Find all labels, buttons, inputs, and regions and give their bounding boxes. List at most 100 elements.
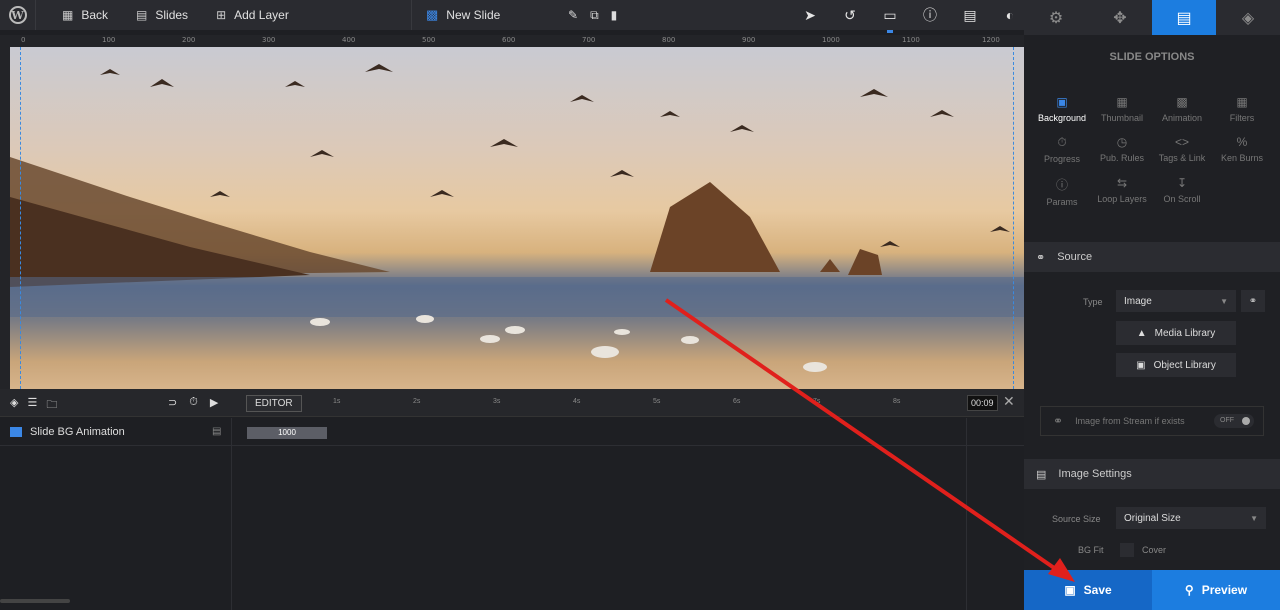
option-label: On Scroll (1163, 194, 1201, 204)
save-icon: ▣ (1064, 583, 1076, 597)
image-icon[interactable]: ▤ (212, 426, 221, 437)
magnet-icon[interactable]: ⊃ (168, 396, 177, 409)
grid-icon: ▦ (1236, 95, 1248, 109)
current-time[interactable]: 00:09 (967, 395, 998, 411)
object-library-label: Object Library (1153, 359, 1216, 371)
chevron-down-icon: ▼ (1250, 513, 1258, 523)
ruler-tick: 300 (262, 36, 276, 44)
timeline-row[interactable]: Slide BG Animation ▤ 1000 (0, 418, 1024, 446)
source-size-select[interactable]: Original Size ▼ (1116, 507, 1266, 529)
folder-icon[interactable]: 🗀 (46, 396, 57, 415)
time-tick: 5s (653, 398, 661, 405)
object-library-button[interactable]: ▣ Object Library (1116, 353, 1236, 377)
trash-icon[interactable]: ▮ (611, 8, 618, 22)
slide-options-tab-icon[interactable]: ▤ (1152, 0, 1216, 35)
slide-edit-icons: ✎ ⧉ ▮ (568, 0, 617, 30)
bg-fit-cover-radio[interactable] (1120, 543, 1134, 557)
option-label: Loop Layers (1097, 194, 1147, 204)
option-thumbnail[interactable]: ▦ Thumbnail (1092, 95, 1152, 123)
timeline-controls: ⊃ ⏱ ▶ (168, 396, 218, 409)
ruler-tick: 1000 (822, 36, 840, 44)
gear-icon[interactable]: ⚙ (1024, 0, 1088, 35)
list-icon[interactable]: ☰ (27, 396, 37, 415)
layers-icon[interactable]: ◈ (1216, 0, 1280, 35)
preview-button[interactable]: ⚲ Preview (1152, 570, 1280, 610)
option-loop-layers[interactable]: ⇆ Loop Layers (1092, 176, 1152, 207)
type-value: Image (1124, 295, 1152, 307)
option-tags-link[interactable]: <> Tags & Link (1152, 135, 1212, 164)
source-section-title: Source (1057, 251, 1093, 263)
top-toolbar: W ▦ Back ▤ Slides ⊞ Add Layer ▩ New Slid… (0, 0, 1024, 33)
ruler-tick: 400 (342, 36, 356, 44)
option-progress[interactable]: ⏱ Progress (1032, 135, 1092, 164)
ruler-tick: 900 (742, 36, 756, 44)
timeline-left-icons: ◈ ☰ 🗀 (10, 396, 57, 415)
duration-bar[interactable]: 1000 (247, 427, 327, 439)
option-on-scroll[interactable]: ↧ On Scroll (1152, 176, 1212, 207)
ruler-tick: 100 (102, 36, 116, 44)
bg-fit-label: BG Fit (1078, 545, 1104, 555)
add-layer-button[interactable]: ⊞ Add Layer (216, 0, 289, 30)
option-params[interactable]: ⓘ Params (1032, 176, 1092, 207)
source-section-header[interactable]: ⚭ Source (1024, 242, 1280, 272)
save-button[interactable]: ▣ Save (1024, 570, 1152, 610)
code-icon: <> (1174, 135, 1189, 149)
option-animation[interactable]: ▩ Animation (1152, 95, 1212, 123)
play-icon[interactable]: ▶ (210, 396, 218, 409)
image-settings-title: Image Settings (1058, 468, 1132, 480)
media-library-label: Media Library (1154, 327, 1216, 339)
new-slide-button[interactable]: ▩ New Slide (426, 0, 500, 30)
slide-canvas[interactable] (10, 47, 1024, 389)
editor-label[interactable]: EDITOR (246, 395, 302, 412)
image-settings-icon: ▤ (1036, 468, 1047, 481)
ruler-tick: 0 (21, 36, 26, 44)
option-filters[interactable]: ▦ Filters (1212, 95, 1272, 123)
stopwatch-icon[interactable]: ⏱ (189, 396, 198, 409)
duplicate-icon[interactable]: ⧉ (590, 8, 599, 23)
option-label: Pub. Rules (1099, 153, 1145, 163)
search-icon: ⚲ (1184, 583, 1194, 597)
ruler-tick: 500 (422, 36, 436, 44)
media-library-button[interactable]: ▲ Media Library (1116, 321, 1236, 345)
stream-toggle[interactable]: OFF (1214, 414, 1254, 428)
horizontal-scrollbar[interactable] (0, 599, 70, 603)
option-label: Params (1046, 197, 1078, 207)
option-label: Background (1037, 113, 1087, 123)
time-tick: 2s (413, 398, 421, 405)
time-tick: 8s (893, 398, 901, 405)
cursor-icon[interactable]: ➤ (790, 7, 830, 24)
back-button[interactable]: ▦ Back (62, 0, 108, 30)
close-icon[interactable]: ✕ (1003, 393, 1015, 410)
pencil-icon[interactable]: ✎ (568, 8, 578, 22)
undo-icon[interactable]: ↺ (830, 7, 870, 24)
right-guide-line (1013, 47, 1014, 389)
beach-background-image (10, 64, 1024, 372)
option-background[interactable]: ▣ Background (1032, 95, 1092, 123)
option-label: Ken Burns (1220, 153, 1264, 163)
help-icon[interactable]: ⓘ (910, 5, 950, 25)
slide-icon: ▩ (426, 7, 439, 22)
option-label: Progress (1043, 154, 1080, 164)
new-slide-label: New Slide (446, 8, 501, 22)
layers-icon[interactable]: ◈ (10, 396, 18, 415)
option-pub-rules[interactable]: ◷ Pub. Rules (1092, 135, 1152, 164)
add-layer-label: Add Layer (234, 8, 289, 22)
ruler-tick: 200 (182, 36, 196, 44)
time-tick: 3s (493, 398, 501, 405)
preview-label: Preview (1201, 583, 1248, 597)
type-select[interactable]: Image ▼ (1116, 290, 1236, 312)
ruler-tick: 700 (582, 36, 596, 44)
option-ken-burns[interactable]: % Ken Burns (1212, 135, 1272, 164)
option-label: Filters (1229, 113, 1255, 123)
navigation-icon[interactable]: ✥ (1088, 0, 1152, 35)
desktop-icon[interactable]: ▭ (870, 7, 910, 33)
back-label: Back (81, 8, 109, 22)
wordpress-logo-icon[interactable]: W (0, 0, 36, 30)
type-label: Type (1083, 297, 1103, 307)
scroll-icon: ↧ (1176, 176, 1188, 190)
image-settings-section-header[interactable]: ▤ Image Settings (1024, 459, 1280, 489)
slides-button[interactable]: ▤ Slides (136, 0, 188, 30)
bg-fit-cover-label: Cover (1142, 545, 1167, 555)
link-button[interactable]: ⚭ (1241, 290, 1265, 312)
comment-icon[interactable]: ▤ (950, 7, 990, 24)
